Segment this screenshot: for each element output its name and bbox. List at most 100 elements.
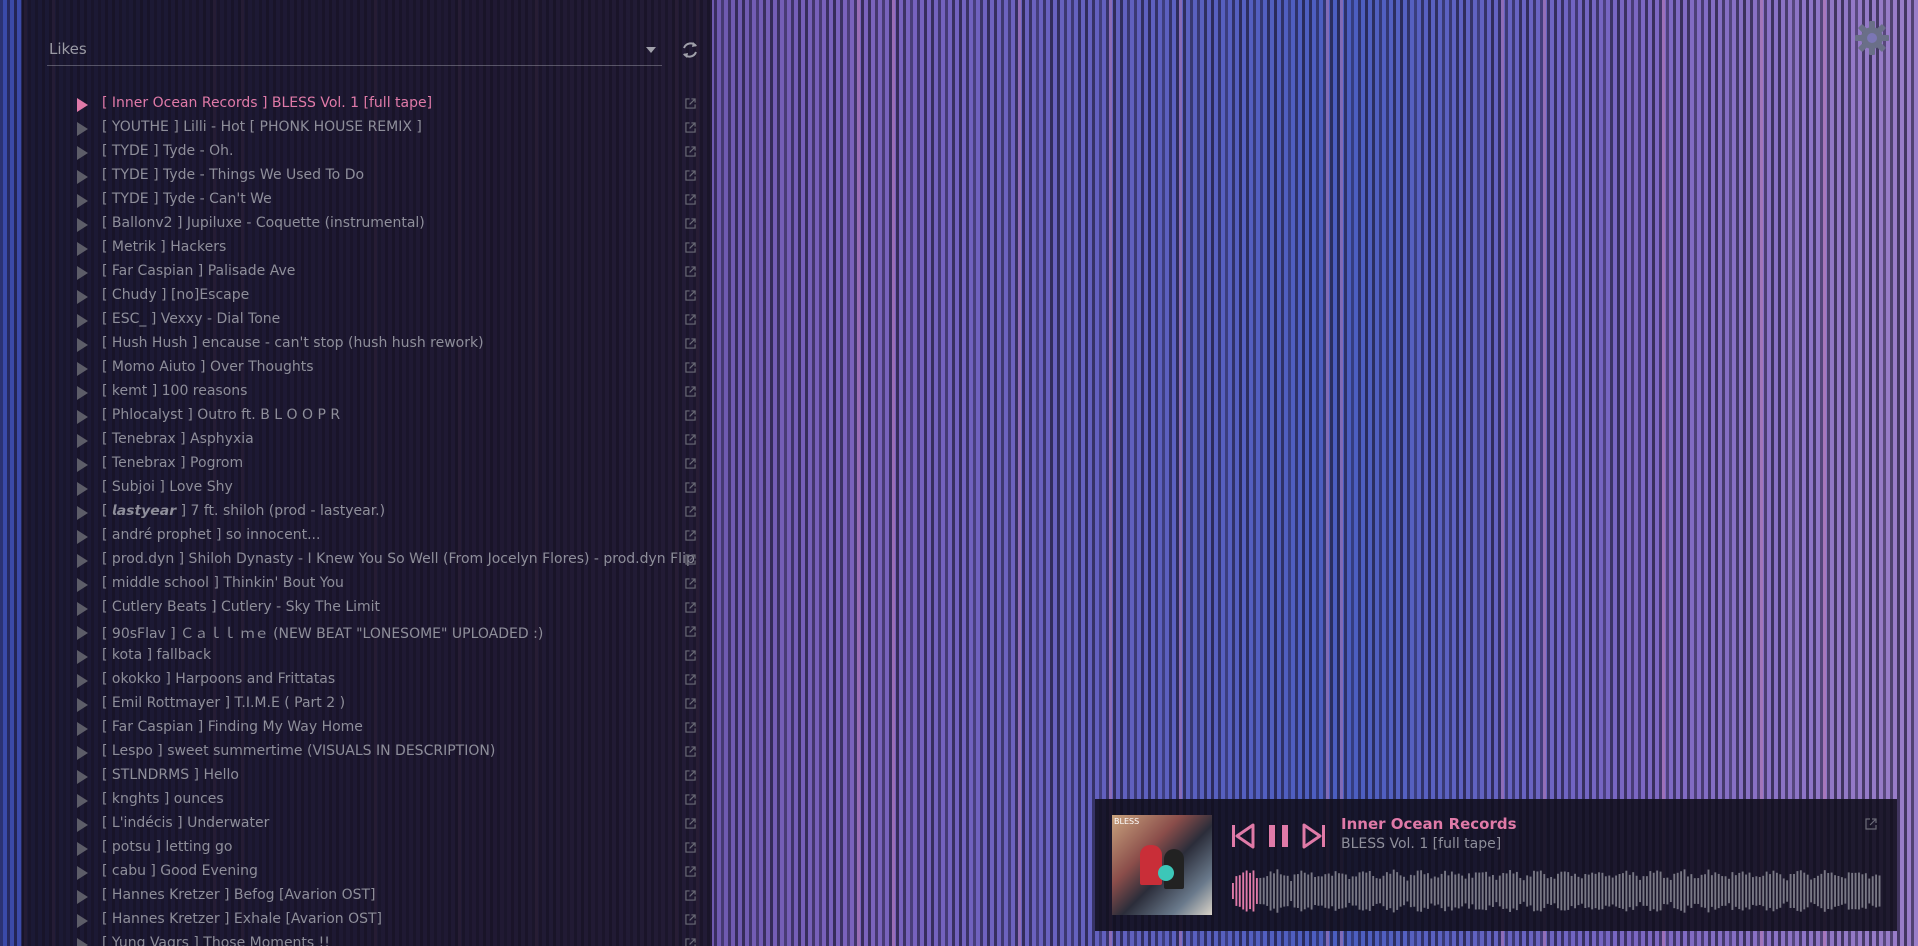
track-title[interactable]: [ Hush Hush ] encause - can't stop (hush…	[102, 335, 484, 351]
track-title[interactable]: [ kota ] fallback	[102, 647, 211, 663]
external-link-icon[interactable]	[685, 746, 696, 757]
track-title[interactable]: [ Momo Aiuto ] Over Thoughts	[102, 359, 314, 375]
external-link-icon[interactable]	[685, 338, 696, 349]
track-row[interactable]: [ 𝙡𝙖𝙨𝙩𝙮𝙚𝙖𝙧 ] 7 ft. shiloh (prod - lastye…	[47, 500, 707, 524]
play-icon[interactable]	[77, 938, 88, 946]
external-link-icon[interactable]	[685, 218, 696, 229]
track-row[interactable]: [ kota ] fallback	[47, 644, 707, 668]
track-row[interactable]: [ 90sFlav ] Ｃａｌｌ ｍｅ (NEW BEAT "LONESOME"…	[47, 620, 707, 644]
track-row[interactable]: [ TYDE ] Tyde - Things We Used To Do	[47, 164, 707, 188]
track-row[interactable]: [ prod.dyn ] Shiloh Dynasty - I Knew You…	[47, 548, 707, 572]
track-row[interactable]: [ cabu ] Good Evening	[47, 860, 707, 884]
play-icon[interactable]	[77, 122, 88, 136]
track-title[interactable]: [ middle school ] Thinkin' Bout You	[102, 575, 344, 591]
play-icon[interactable]	[77, 554, 88, 568]
external-link-icon[interactable]	[685, 626, 696, 637]
external-link-icon[interactable]	[685, 650, 696, 661]
track-row[interactable]: [ potsu ] letting go	[47, 836, 707, 860]
track-row[interactable]: [ Yung Vagrs ] Those Moments !!	[47, 932, 707, 946]
track-title[interactable]: [ Tenebrax ] Pogrom	[102, 455, 243, 471]
track-row[interactable]: [ Chudy ] [no]Escape	[47, 284, 707, 308]
track-title[interactable]: [ Lespo ] sweet summertime (VISUALS IN D…	[102, 743, 495, 759]
play-icon[interactable]	[77, 722, 88, 736]
play-icon[interactable]	[77, 578, 88, 592]
external-link-icon[interactable]	[685, 794, 696, 805]
track-title[interactable]: [ kemt ] 100 reasons	[102, 383, 247, 399]
track-row[interactable]: [ ESC_ ] Vexxy - Dial Tone	[47, 308, 707, 332]
play-icon[interactable]	[77, 506, 88, 520]
track-title[interactable]: [ Tenebrax ] Asphyxia	[102, 431, 254, 447]
play-icon[interactable]	[77, 314, 88, 328]
external-link-icon[interactable]	[685, 506, 696, 517]
external-link-icon[interactable]	[685, 578, 696, 589]
play-icon[interactable]	[77, 770, 88, 784]
track-title[interactable]: [ TYDE ] Tyde - Can't We	[102, 191, 272, 207]
track-row[interactable]: [ Inner Ocean Records ] BLESS Vol. 1 [fu…	[47, 92, 707, 116]
track-title[interactable]: [ Cutlery Beats ] Cutlery - Sky The Limi…	[102, 599, 380, 615]
external-link-icon[interactable]	[685, 698, 696, 709]
external-link-icon[interactable]	[685, 410, 696, 421]
external-link-icon[interactable]	[685, 194, 696, 205]
play-icon[interactable]	[77, 194, 88, 208]
external-link-icon[interactable]	[685, 866, 696, 877]
track-title[interactable]: [ Metrik ] Hackers	[102, 239, 226, 255]
track-row[interactable]: [ knghts ] ounces	[47, 788, 707, 812]
external-link-icon[interactable]	[685, 818, 696, 829]
next-button[interactable]	[1302, 823, 1326, 853]
play-icon[interactable]	[77, 290, 88, 304]
track-title[interactable]: [ Yung Vagrs ] Those Moments !!	[102, 935, 330, 946]
play-icon[interactable]	[77, 266, 88, 280]
open-external-button[interactable]	[1865, 815, 1877, 830]
external-link-icon[interactable]	[685, 434, 696, 445]
external-link-icon[interactable]	[685, 386, 696, 397]
track-title[interactable]: [ prod.dyn ] Shiloh Dynasty - I Knew You…	[102, 551, 695, 567]
track-title[interactable]: [ 90sFlav ] Ｃａｌｌ ｍｅ (NEW BEAT "LONESOME"…	[102, 623, 543, 643]
play-icon[interactable]	[77, 362, 88, 376]
external-link-icon[interactable]	[685, 290, 696, 301]
track-title[interactable]: [ Far Caspian ] Finding My Way Home	[102, 719, 363, 735]
track-title[interactable]: [ Ballonv2 ] Jupiluxe - Coquette (instru…	[102, 215, 425, 231]
track-title[interactable]: [ Emil Rottmayer ] T.I.M.E ( Part 2 )	[102, 695, 345, 711]
track-row[interactable]: [ kemt ] 100 reasons	[47, 380, 707, 404]
track-row[interactable]: [ andré prophet ] so innocent...	[47, 524, 707, 548]
track-row[interactable]: [ Hannes Kretzer ] Exhale [Avarion OST]	[47, 908, 707, 932]
track-row[interactable]: [ middle school ] Thinkin' Bout You	[47, 572, 707, 596]
play-icon[interactable]	[77, 626, 88, 640]
previous-button[interactable]	[1231, 823, 1255, 853]
track-title[interactable]: [ cabu ] Good Evening	[102, 863, 258, 879]
external-link-icon[interactable]	[685, 890, 696, 901]
track-row[interactable]: [ YOUTHE ] Lilli - Hot [ PHONK HOUSE REM…	[47, 116, 707, 140]
play-icon[interactable]	[77, 482, 88, 496]
track-row[interactable]: [ Tenebrax ] Asphyxia	[47, 428, 707, 452]
track-title[interactable]: [ Inner Ocean Records ] BLESS Vol. 1 [fu…	[102, 95, 432, 111]
track-row[interactable]: [ Momo Aiuto ] Over Thoughts	[47, 356, 707, 380]
external-link-icon[interactable]	[685, 122, 696, 133]
track-row[interactable]: [ L'indécis ] Underwater	[47, 812, 707, 836]
play-icon[interactable]	[77, 410, 88, 424]
pause-button[interactable]	[1267, 823, 1291, 853]
play-icon[interactable]	[77, 602, 88, 616]
track-row[interactable]: [ Lespo ] sweet summertime (VISUALS IN D…	[47, 740, 707, 764]
play-icon[interactable]	[77, 386, 88, 400]
track-row[interactable]: [ Far Caspian ] Finding My Way Home	[47, 716, 707, 740]
external-link-icon[interactable]	[685, 770, 696, 781]
refresh-button[interactable]	[676, 36, 704, 64]
external-link-icon[interactable]	[685, 266, 696, 277]
external-link-icon[interactable]	[685, 314, 696, 325]
external-link-icon[interactable]	[685, 98, 696, 109]
track-title[interactable]: [ Subjoi ] Love Shy	[102, 479, 233, 495]
play-icon[interactable]	[77, 98, 88, 112]
track-title[interactable]: [ okokko ] Harpoons and Frittatas	[102, 671, 335, 687]
play-icon[interactable]	[77, 146, 88, 160]
track-title[interactable]: [ TYDE ] Tyde - Things We Used To Do	[102, 167, 364, 183]
track-row[interactable]: [ Hush Hush ] encause - can't stop (hush…	[47, 332, 707, 356]
track-title[interactable]: [ Hannes Kretzer ] Befog [Avarion OST]	[102, 887, 376, 903]
play-icon[interactable]	[77, 866, 88, 880]
track-title[interactable]: [ TYDE ] Tyde - Oh.	[102, 143, 233, 159]
play-icon[interactable]	[77, 458, 88, 472]
external-link-icon[interactable]	[685, 842, 696, 853]
track-row[interactable]: [ Hannes Kretzer ] Befog [Avarion OST]	[47, 884, 707, 908]
track-row[interactable]: [ Subjoi ] Love Shy	[47, 476, 707, 500]
track-row[interactable]: [ STLNDRMS ] Hello	[47, 764, 707, 788]
play-icon[interactable]	[77, 794, 88, 808]
